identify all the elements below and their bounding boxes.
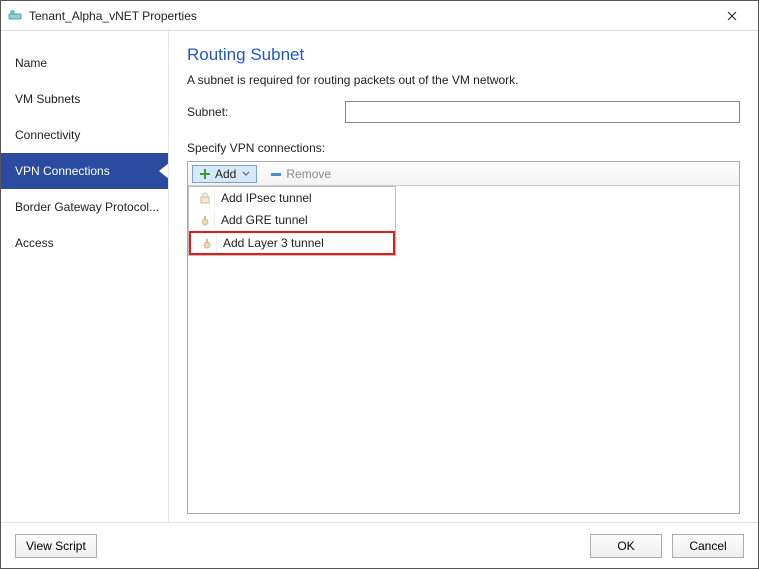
gre-icon [195, 211, 215, 229]
add-dropdown: Add IPsec tunnel Add GRE tunnel Add Laye… [188, 186, 396, 256]
dialog-footer: View Script OK Cancel [1, 522, 758, 568]
remove-button[interactable]: Remove [263, 165, 338, 183]
add-gre-tunnel[interactable]: Add GRE tunnel [189, 209, 395, 231]
cancel-button[interactable]: Cancel [672, 534, 744, 558]
sidebar-item-label: Access [15, 236, 54, 250]
sidebar-item-name[interactable]: Name [1, 45, 168, 81]
sidebar-item-label: Connectivity [15, 128, 80, 142]
sidebar-item-access[interactable]: Access [1, 225, 168, 261]
sidebar-item-label: VM Subnets [15, 92, 80, 106]
page-heading: Routing Subnet [187, 45, 740, 65]
subnet-input[interactable] [345, 101, 740, 123]
remove-label: Remove [286, 167, 331, 181]
sidebar-item-vpn-connections[interactable]: VPN Connections [1, 153, 168, 189]
window-icon [7, 8, 23, 24]
properties-dialog: Tenant_Alpha_vNET Properties Name VM Sub… [0, 0, 759, 569]
page-description: A subnet is required for routing packets… [187, 73, 740, 87]
close-button[interactable] [712, 2, 752, 30]
sidebar-item-label: VPN Connections [15, 164, 110, 178]
chevron-down-icon [242, 171, 250, 176]
window-title: Tenant_Alpha_vNET Properties [29, 9, 197, 23]
minus-icon [270, 169, 282, 179]
sidebar-item-bgp[interactable]: Border Gateway Protocol... [1, 189, 168, 225]
plus-icon [199, 168, 211, 180]
sidebar-item-label: Border Gateway Protocol... [15, 200, 159, 214]
add-layer3-tunnel[interactable]: Add Layer 3 tunnel [189, 231, 395, 255]
close-icon [727, 11, 737, 21]
layer3-icon [197, 234, 217, 252]
sidebar: Name VM Subnets Connectivity VPN Connect… [1, 31, 169, 522]
view-script-button[interactable]: View Script [15, 534, 97, 558]
sidebar-item-connectivity[interactable]: Connectivity [1, 117, 168, 153]
ok-button[interactable]: OK [590, 534, 662, 558]
ipsec-icon [195, 189, 215, 207]
add-label: Add [215, 167, 236, 181]
titlebar: Tenant_Alpha_vNET Properties [1, 1, 758, 31]
main-panel: Routing Subnet A subnet is required for … [169, 31, 758, 522]
sidebar-item-label: Name [15, 56, 47, 70]
sidebar-item-vm-subnets[interactable]: VM Subnets [1, 81, 168, 117]
menu-item-label: Add GRE tunnel [221, 213, 308, 227]
specify-label: Specify VPN connections: [187, 141, 740, 155]
subnet-label: Subnet: [187, 105, 345, 119]
menu-item-label: Add IPsec tunnel [221, 191, 312, 205]
add-button[interactable]: Add [192, 165, 257, 183]
vpn-connections-grid: Add Remove [187, 161, 740, 514]
add-ipsec-tunnel[interactable]: Add IPsec tunnel [189, 187, 395, 209]
menu-item-label: Add Layer 3 tunnel [223, 236, 324, 250]
grid-toolbar: Add Remove [188, 162, 739, 186]
